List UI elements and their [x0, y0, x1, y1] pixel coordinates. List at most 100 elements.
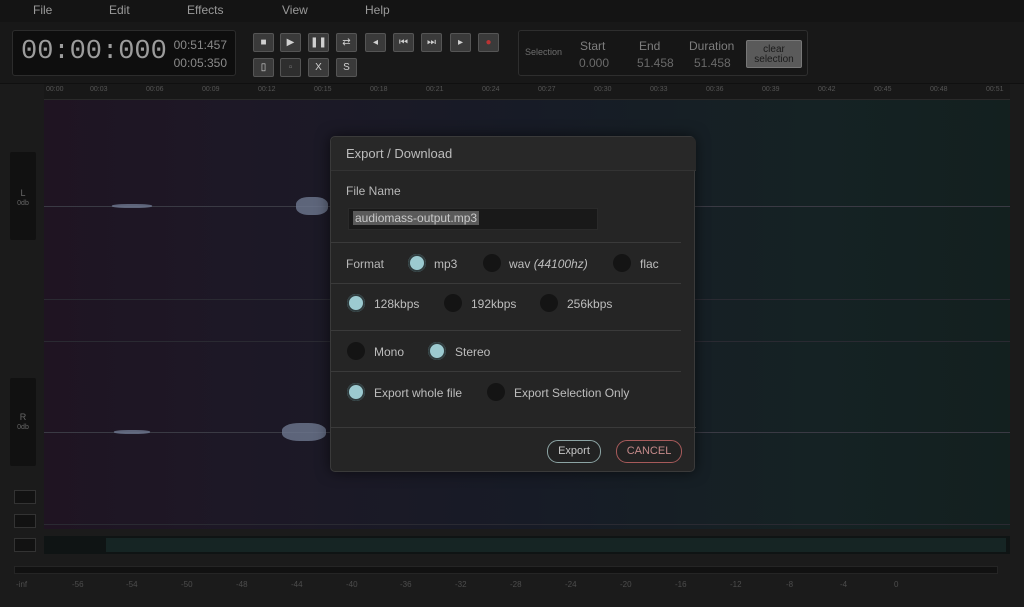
file-name-label: File Name	[346, 184, 401, 198]
bitrate-192-label: 192kbps	[471, 297, 517, 311]
meter-label: -32	[455, 580, 467, 589]
format-label: Format	[346, 257, 385, 271]
ruler-label: 00:42	[818, 86, 836, 93]
format-mp3-label: mp3	[434, 257, 458, 271]
meter-label: -12	[730, 580, 742, 589]
ruler-label: 00:39	[762, 86, 780, 93]
format-mp3-radio[interactable]	[408, 254, 426, 272]
menu-file[interactable]: File	[33, 3, 52, 17]
export-selection-radio[interactable]	[487, 383, 505, 401]
ruler-label: 00:36	[706, 86, 724, 93]
format-wav-radio[interactable]	[483, 254, 501, 272]
right-channel-tag[interactable]: R 0db	[10, 378, 36, 466]
stereo-radio[interactable]	[428, 342, 446, 360]
divider	[331, 242, 681, 243]
meter-label: -16	[675, 580, 687, 589]
menu-edit[interactable]: Edit	[109, 3, 130, 17]
play-button[interactable]: ▶	[280, 33, 301, 52]
divider	[331, 427, 696, 428]
loop-icon: ⇄	[342, 37, 351, 48]
meter-label: -50	[181, 580, 193, 589]
menu-view[interactable]: View	[282, 3, 308, 17]
export-button[interactable]: Export	[547, 440, 601, 463]
export-whole-file-label: Export whole file	[374, 386, 463, 400]
copy-button[interactable]: ▫	[280, 58, 301, 77]
split-icon: S	[343, 62, 350, 73]
ruler-label: 00:51	[986, 86, 1004, 93]
timeline-scrollbar[interactable]	[44, 536, 1010, 554]
new-file-icon: ▯	[260, 62, 267, 73]
clear-selection-button[interactable]: clear selection	[746, 40, 802, 68]
new-file-button[interactable]: ▯	[253, 58, 274, 77]
toolbar: 00:00:000 00:51:457 00:05:350 ■ ▶ ❚❚ ⇄ ◂…	[0, 22, 1024, 84]
menu-help[interactable]: Help	[365, 3, 390, 17]
skip-back-icon: ◂	[372, 37, 379, 48]
level-meter	[14, 566, 998, 574]
cancel-button[interactable]: CANCEL	[616, 440, 682, 463]
track-divider	[44, 524, 1010, 525]
cut-icon: X	[315, 62, 322, 73]
skip-forward-icon: ▸	[457, 37, 464, 48]
cut-button[interactable]: X	[308, 58, 329, 77]
ruler-label: 00:15	[314, 86, 332, 93]
right-channel-label: R	[19, 412, 27, 422]
export-selection-label: Export Selection Only	[514, 386, 630, 400]
play-icon: ▶	[286, 37, 295, 48]
pause-icon: ❚❚	[310, 37, 327, 48]
dialog-header: Export / Download	[331, 137, 696, 171]
stereo-label: Stereo	[455, 345, 491, 359]
left-channel-tag[interactable]: L 0db	[10, 152, 36, 240]
format-wav-note: (44100hz)	[533, 257, 588, 271]
meter-label: -inf	[16, 580, 28, 589]
start-value[interactable]: 0.000	[579, 56, 609, 70]
duration-label: Duration	[689, 39, 735, 53]
ruler-label: 00:45	[874, 86, 892, 93]
skip-back-button[interactable]: ◂	[365, 33, 386, 52]
skip-forward-button[interactable]: ▸	[450, 33, 471, 52]
step-back-icon: ⏮	[399, 37, 408, 48]
ruler-label: 00:18	[370, 86, 388, 93]
export-dialog: Export / Download File Name audiomass-ou…	[330, 136, 696, 472]
time-ruler[interactable]: 00:00 00:03 00:06 00:09 00:12 00:15 00:1…	[44, 84, 1010, 100]
waveform-peak	[282, 423, 326, 441]
selection-label: Selection	[525, 47, 563, 57]
meter-label: -20	[620, 580, 632, 589]
meter-label: -44	[291, 580, 303, 589]
right-channel-db: 0db	[17, 424, 29, 431]
export-whole-file-radio[interactable]	[347, 383, 365, 401]
zoom-fit-button[interactable]	[14, 538, 36, 552]
menu-effects[interactable]: Effects	[187, 3, 223, 17]
stop-button[interactable]: ■	[253, 33, 274, 52]
waveform-peak	[114, 430, 150, 434]
bitrate-128-label: 128kbps	[374, 297, 420, 311]
duration-value: 51.458	[694, 56, 731, 70]
selection-duration: 00:05:350	[173, 56, 227, 70]
ruler-label: 00:00	[46, 86, 64, 93]
zoom-in-button[interactable]	[14, 490, 36, 504]
bitrate-128-radio[interactable]	[347, 294, 365, 312]
left-channel-db: 0db	[17, 200, 29, 207]
total-duration: 00:51:457	[173, 38, 227, 52]
file-name-input[interactable]: audiomass-output.mp3	[348, 208, 598, 230]
step-forward-button[interactable]: ⏭	[421, 33, 442, 52]
waveform-peak	[296, 197, 328, 215]
bitrate-192-radio[interactable]	[444, 294, 462, 312]
loop-button[interactable]: ⇄	[336, 33, 357, 52]
ruler-label: 00:33	[650, 86, 668, 93]
format-flac-radio[interactable]	[613, 254, 631, 272]
record-button[interactable]: ●	[478, 33, 499, 52]
split-button[interactable]: S	[336, 58, 357, 77]
bitrate-256-radio[interactable]	[540, 294, 558, 312]
meter-label: -8	[786, 580, 794, 589]
zoom-out-button[interactable]	[14, 514, 36, 528]
end-value[interactable]: 51.458	[637, 56, 674, 70]
meter-label: -56	[72, 580, 84, 589]
stop-icon: ■	[260, 37, 267, 48]
timeline-scroll-thumb[interactable]	[106, 538, 1006, 552]
step-back-button[interactable]: ⏮	[393, 33, 414, 52]
meter-label: -4	[840, 580, 848, 589]
meter-label: -40	[346, 580, 358, 589]
mono-radio[interactable]	[347, 342, 365, 360]
ruler-label: 00:30	[594, 86, 612, 93]
pause-button[interactable]: ❚❚	[308, 33, 329, 52]
